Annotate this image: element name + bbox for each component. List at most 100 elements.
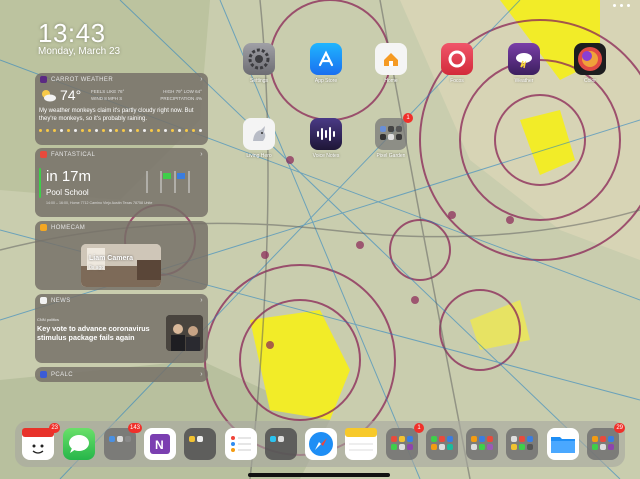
wind: WIND 8 MPH S (91, 96, 123, 101)
news-thumbnail (166, 315, 203, 351)
dock-folder[interactable] (265, 428, 297, 460)
record-icon (441, 43, 473, 75)
dock-app-notes[interactable] (345, 428, 377, 460)
folder-icon (109, 436, 131, 442)
app-voice-notes[interactable]: Voice Notes (309, 118, 343, 159)
color-wheel-icon (574, 43, 606, 75)
chevron-right-icon: › (200, 297, 203, 304)
mini-calendar-graph (146, 171, 190, 193)
svg-text:N: N (155, 438, 164, 452)
partly-cloudy-icon (42, 90, 56, 102)
home-indicator[interactable] (248, 473, 390, 477)
folder-icon: 1 (375, 113, 413, 150)
status-indicators (613, 4, 630, 7)
chevron-right-icon: › (200, 76, 203, 83)
dock-folder[interactable]: 29 (587, 423, 625, 460)
widget-header: HOMECAM (51, 224, 86, 231)
camera-timestamp: 0s ago (89, 265, 105, 271)
app-label: Voice Notes (312, 153, 340, 159)
app-label: Settings (249, 78, 269, 84)
camera-name: Liam Camera (89, 255, 133, 262)
dock: 23 143 N 1 29 (15, 421, 625, 467)
reminders-list-icon (231, 436, 251, 452)
app-app-store[interactable]: App Store (309, 43, 343, 84)
dock-folder[interactable] (426, 428, 458, 460)
widget-header: CARROT WEATHER (51, 76, 114, 83)
news-icon (40, 297, 47, 304)
feels-like: FEELS LIKE 76° (91, 89, 125, 94)
carrot-weather-icon (40, 76, 47, 83)
folder-icon (270, 436, 292, 442)
files-folder-icon (551, 437, 575, 453)
event-detail: 14:00 – 16:00, Home 7712 Camino Viejo Au… (46, 201, 153, 205)
dock-app-onenote[interactable]: N (144, 428, 176, 460)
app-home[interactable]: Home (374, 43, 408, 84)
notification-badge: 23 (49, 423, 60, 433)
weather-widget[interactable]: CARROT WEATHER › 74° FEELS LIKE 76° WIND… (35, 73, 208, 145)
app-weather[interactable]: Weather (507, 43, 541, 84)
high-low: HIGH 79° LOW 64° (163, 89, 202, 94)
app-label: Home (384, 78, 398, 84)
dock-app-calendar[interactable]: 23 (22, 423, 60, 460)
dock-folder[interactable] (506, 428, 538, 460)
dock-folder[interactable]: 1 (386, 423, 424, 460)
compass-icon (309, 432, 333, 456)
dock-folder[interactable]: 143 (104, 423, 142, 460)
widget-header: NEWS (51, 297, 71, 304)
app-color[interactable]: Color (573, 43, 607, 84)
dock-folder[interactable] (466, 428, 498, 460)
chevron-right-icon: › (200, 371, 203, 378)
calendar-face-icon (22, 428, 54, 454)
home-house-icon (375, 43, 407, 75)
folder-icon (471, 436, 493, 450)
fantastical-widget[interactable]: FANTASTICAL › in 17m Pool School 14:00 –… (35, 148, 208, 217)
app-label: Color (584, 78, 596, 84)
fantastical-icon (40, 151, 47, 158)
hourly-forecast-strip (39, 129, 202, 135)
clock-date: Monday, March 23 (38, 46, 121, 57)
news-widget[interactable]: NEWS › CNN politics Key vote to advance … (35, 294, 208, 363)
app-label: Pixel Garden (376, 153, 406, 159)
notification-badge: 1 (403, 113, 413, 123)
app-settings[interactable]: Settings (242, 43, 276, 84)
app-focos[interactable]: Focos (440, 43, 474, 84)
app-store-icon (310, 43, 342, 75)
news-headline[interactable]: Key vote to advance coronavirus stimulus… (37, 324, 159, 342)
widget-header: PCALC (51, 371, 74, 378)
app-folder-pixel-garden[interactable]: 1 Pixel Garden (374, 113, 413, 159)
precipitation: PRECIPITATION 4% (160, 96, 202, 101)
notification-badge: 29 (614, 423, 625, 433)
settings-gear-icon (243, 43, 275, 75)
dock-app-files[interactable] (547, 428, 579, 460)
dock-app-messages[interactable] (63, 428, 95, 460)
status-dot (620, 4, 623, 7)
weather-description: My weather monkeys claim it's partly clo… (39, 108, 194, 122)
unicorn-icon (243, 118, 275, 150)
app-living-hero[interactable]: Living Hero (242, 118, 276, 159)
homecam-icon (40, 224, 47, 231)
folder-icon (189, 436, 211, 442)
current-temperature: 74° (60, 87, 82, 103)
notes-icon (345, 428, 377, 451)
app-label: Weather (514, 78, 534, 84)
app-label: Living Hero (246, 153, 272, 159)
chevron-right-icon: › (200, 151, 203, 158)
event-title: Pool School (46, 188, 89, 197)
dock-app-safari[interactable] (305, 428, 337, 460)
speech-bubble-icon (69, 435, 89, 453)
dock-app-reminders[interactable] (225, 428, 257, 460)
pcalc-widget[interactable]: PCALC › (35, 367, 208, 382)
camera-preview[interactable]: Liam Camera 0s ago (81, 244, 161, 287)
notification-badge: 1 (414, 423, 424, 433)
dock-folder[interactable] (184, 428, 216, 460)
homecam-widget[interactable]: HOMECAM Liam Camera 0s ago (35, 221, 208, 290)
status-dot (613, 4, 616, 7)
pcalc-icon (40, 371, 47, 378)
onenote-icon: N (150, 434, 170, 454)
notification-badge: 143 (127, 423, 142, 433)
clock-time: 13:43 (38, 18, 106, 48)
news-source: CNN politics (37, 317, 60, 322)
widget-header: FANTASTICAL (51, 151, 96, 158)
app-label: App Store (314, 78, 338, 84)
folder-icon (511, 436, 533, 450)
